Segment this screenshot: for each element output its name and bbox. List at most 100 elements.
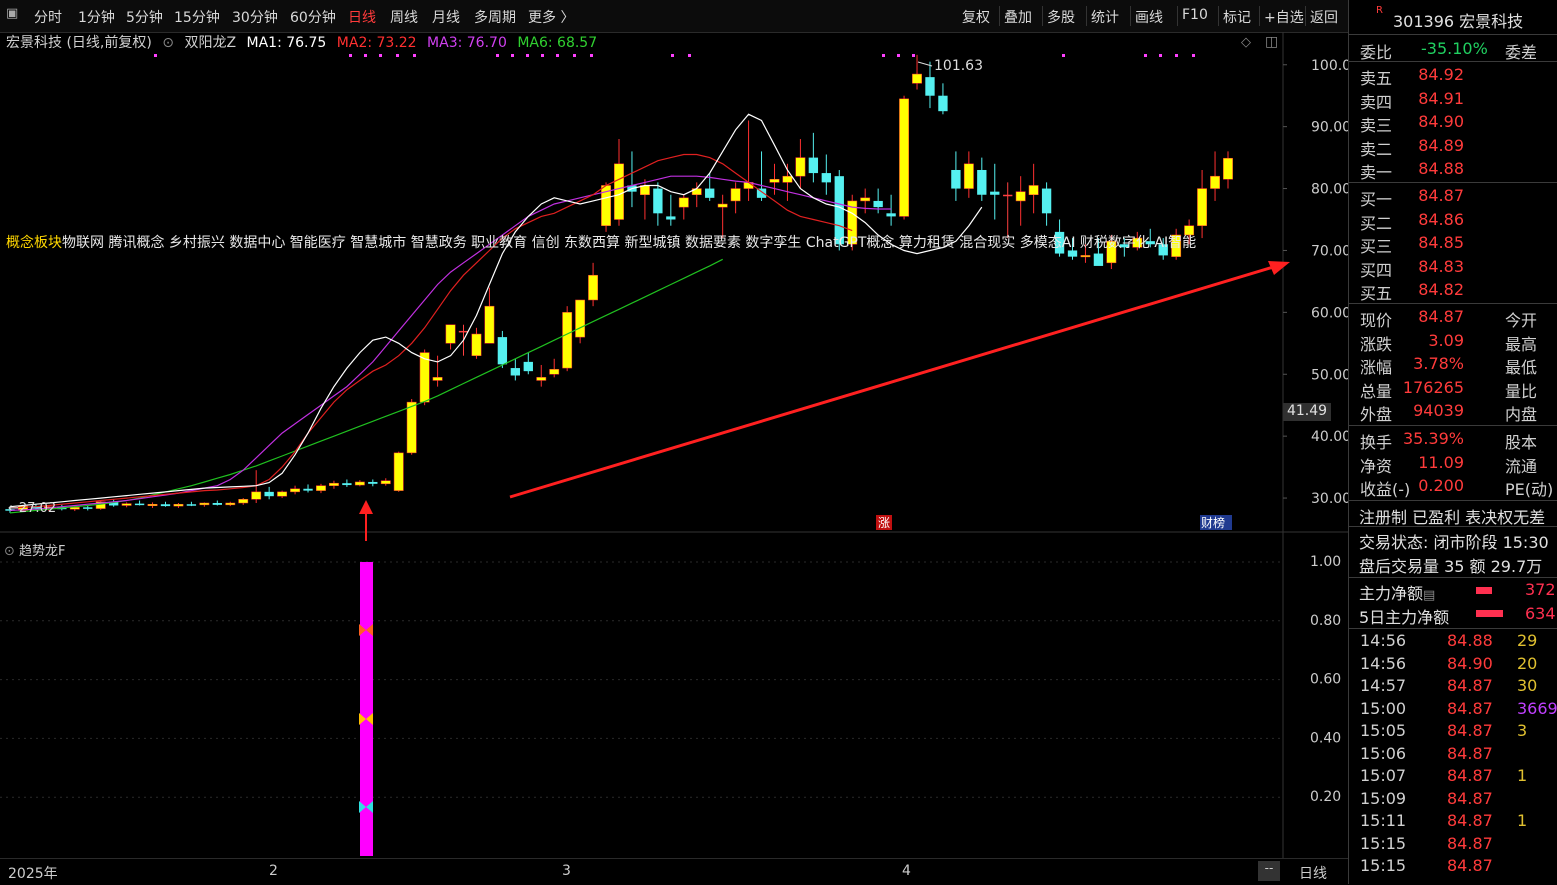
chart-area: 100.0 90.00 80.00 70.00 60.00 50.00 40.00 30.00…: [0, 32, 1348, 866]
tool-button[interactable]: 返回: [1310, 7, 1338, 27]
tick-price: 84.87: [1447, 766, 1493, 785]
tick-volume: 1: [1517, 766, 1528, 785]
panel-toggle-icon[interactable]: ▣: [6, 6, 18, 21]
candle-body: [393, 452, 404, 491]
main-flow-bar: [1476, 587, 1492, 594]
candle-body: [782, 175, 793, 183]
tick-row: 15:00 84.87 3669: [1349, 698, 1557, 720]
period-tab[interactable]: 15分钟: [174, 7, 220, 27]
concept-label: 概念板块: [6, 235, 62, 251]
scroll-button[interactable]: --: [1258, 861, 1280, 881]
concept-list[interactable]: 物联网 腾讯概念 乡村振兴 数据中心 智能医疗 智慧城市 智慧政务 职业教育 信…: [62, 235, 1196, 251]
signal-dot: [1159, 54, 1162, 57]
tool-button[interactable]: 叠加: [1004, 7, 1032, 27]
quote-value: 3.78%: [1413, 354, 1464, 373]
quote-label: 现价: [1360, 311, 1393, 330]
period-tab[interactable]: 5分钟: [126, 7, 163, 27]
candle-body: [666, 216, 676, 220]
candle-body: [497, 337, 508, 365]
quote-row: 净资 11.09 流通: [1349, 451, 1557, 476]
period-tab[interactable]: 60分钟: [290, 7, 336, 27]
tick-time: 15:05: [1360, 721, 1407, 740]
quote-row: 现价 84.87 今开: [1349, 305, 1557, 330]
period-tab[interactable]: 1分钟: [78, 7, 115, 27]
quote-value: 84.92: [1418, 65, 1464, 84]
sub-tick: 0.40: [1310, 730, 1341, 746]
quote-label: 买二: [1360, 213, 1393, 233]
quote-row: 外盘 94039 内盘: [1349, 399, 1557, 424]
quote-extra-label: 最低: [1505, 358, 1538, 377]
weibi-label: 委比: [1360, 43, 1393, 62]
zhang-badge: 涨: [878, 515, 890, 530]
candle-body: [147, 503, 158, 506]
quote-label: 买四: [1360, 260, 1393, 280]
tick-row: 15:15 84.87: [1349, 855, 1557, 877]
tick-price: 84.87: [1447, 743, 1493, 763]
ma2-line: [9, 153, 853, 509]
period-indicator[interactable]: 日线: [1299, 863, 1327, 883]
main-flow-row[interactable]: 主力净额▤: [1359, 580, 1435, 604]
price-chart[interactable]: 100.0 90.00 80.00 70.00 60.00 50.00 40.00 30.00…: [0, 32, 1348, 866]
sub-bar: [360, 561, 373, 856]
price-tick: 100.0: [1311, 58, 1348, 74]
candle-body: [212, 503, 222, 505]
weibi-value: -35.10%: [1421, 39, 1488, 58]
tool-button[interactable]: 多股: [1047, 7, 1075, 27]
doc-icon[interactable]: ▤: [1423, 588, 1435, 603]
ma-legend: 宏景科技 (日线,前复权) ⊙ 双阳龙Z MA1: 76.75 MA2: 73.…: [6, 32, 603, 52]
candle-body: [653, 188, 663, 214]
candle-body: [1080, 255, 1091, 258]
stock-title: 宏景科技 (日线,前复权): [6, 35, 152, 51]
tool-button[interactable]: 标记: [1223, 7, 1251, 27]
quote-label: 收益(-): [1360, 480, 1411, 499]
quote-label: 涨跌: [1360, 334, 1393, 354]
candle-body: [510, 368, 521, 376]
period-tab[interactable]: 30分钟: [232, 7, 278, 27]
period-tab[interactable]: 周线: [390, 7, 418, 27]
tool-button[interactable]: 复权: [962, 7, 990, 27]
quote-row: 卖五 84.92: [1349, 63, 1557, 88]
quote-label: 买三: [1360, 237, 1393, 256]
candle-body: [458, 330, 469, 333]
sub-tick: 0.60: [1310, 672, 1341, 688]
quote-value: 35.39%: [1402, 429, 1464, 448]
period-tab[interactable]: 多周期: [474, 7, 516, 27]
quote-row: 涨跌 3.09 最高: [1349, 329, 1557, 354]
registration-info: 注册制 已盈利 表决权无差: [1359, 508, 1546, 527]
candle-body: [678, 197, 689, 208]
quote-row: 卖一 84.88: [1349, 157, 1557, 182]
signal-dot: [1062, 54, 1065, 57]
tick-volume: 1: [1517, 811, 1528, 830]
period-tab[interactable]: 日线: [348, 7, 376, 27]
sub-toggle-icon[interactable]: ⊙: [4, 544, 15, 559]
tick-time: 15:07: [1360, 766, 1407, 785]
signal-dot: [496, 54, 499, 57]
quote-row: 买一 84.87: [1349, 184, 1557, 209]
candle-body: [873, 200, 883, 208]
tool-button[interactable]: 统计: [1091, 7, 1119, 27]
signal-dot: [882, 54, 885, 57]
quote-row: 涨幅 3.78% 最低: [1349, 352, 1557, 377]
candle-body: [277, 491, 288, 497]
tool-button[interactable]: 画线: [1135, 7, 1163, 27]
diamond-icon[interactable]: ◇: [1241, 35, 1251, 50]
price-tick: 30.00: [1311, 491, 1348, 507]
trade-status: 交易状态: 闭市阶段 15:30: [1359, 533, 1549, 552]
candle-body: [1003, 194, 1013, 197]
indicator-name[interactable]: 双阳龙Z: [184, 35, 236, 51]
quote-label: 卖二: [1360, 139, 1393, 159]
period-toolbar: ▣ 分时 1分钟 5分钟 15分钟 30分钟 60分钟 日线 周线 月线 多周期 更多 〉 复权 叠加…: [0, 0, 1348, 33]
tool-button[interactable]: F10: [1182, 7, 1208, 23]
price-tick: 40.00: [1311, 429, 1348, 445]
ma1-value: MA1: 76.75: [246, 35, 327, 51]
period-tab[interactable]: 月线: [432, 7, 460, 27]
low-label: ←27.02: [8, 501, 56, 516]
tick-price: 84.88: [1447, 631, 1493, 650]
period-tab[interactable]: 更多 〉: [528, 7, 574, 27]
candle-body: [432, 377, 443, 381]
tool-button[interactable]: +自选: [1264, 7, 1304, 27]
window-icon[interactable]: ◫: [1265, 34, 1278, 50]
indicator-toggle-icon[interactable]: ⊙: [162, 35, 174, 51]
sub-indicator-title[interactable]: ⊙ 趋势龙F: [4, 540, 66, 559]
period-tab[interactable]: 分时: [34, 7, 62, 27]
